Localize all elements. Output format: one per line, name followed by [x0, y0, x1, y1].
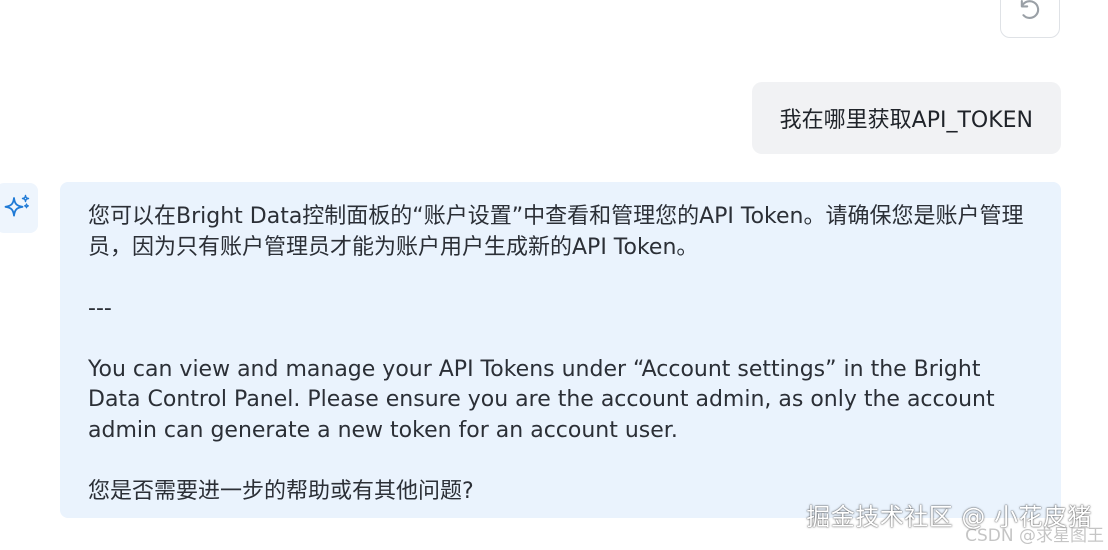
- assistant-message-bubble: 您可以在Bright Data控制面板的“账户设置”中查看和管理您的API To…: [60, 182, 1061, 518]
- refresh-icon: [1020, 0, 1040, 20]
- regenerate-button[interactable]: [1000, 0, 1060, 38]
- user-message-text: 我在哪里获取API_TOKEN: [779, 108, 1033, 133]
- assistant-avatar: [0, 183, 38, 233]
- user-message-bubble: 我在哪里获取API_TOKEN: [751, 82, 1061, 154]
- assistant-paragraph-chinese: 您可以在Bright Data控制面板的“账户设置”中查看和管理您的API To…: [88, 204, 1024, 260]
- sparkle-icon: [4, 194, 30, 217]
- assistant-paragraph-english: You can view and manage your API Tokens …: [88, 356, 1002, 443]
- watermark-csdn: CSDN @求星图王: [965, 526, 1104, 546]
- assistant-divider-text: ---: [88, 295, 112, 321]
- chat-window: 我在哪里获取API_TOKEN 您可以在Bright Data控制面板的“账户设…: [0, 0, 1108, 550]
